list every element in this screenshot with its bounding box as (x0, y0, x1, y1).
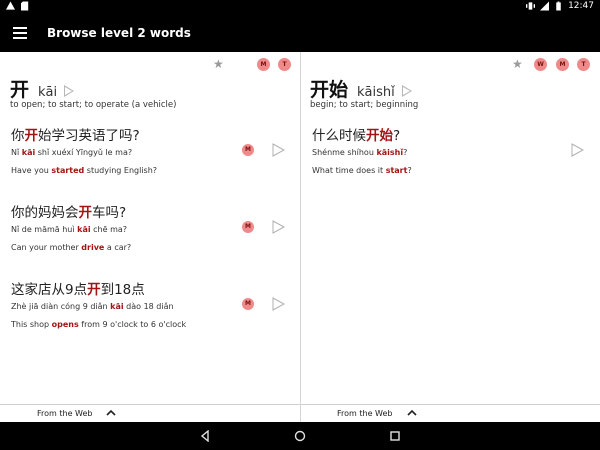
text: Zhè jiā diàn cóng 9 diǎn (11, 302, 111, 311)
example-badge-m: M (242, 221, 254, 233)
app-title: Browse level 2 words (47, 26, 191, 40)
text: Shénme shíhou (312, 148, 377, 157)
chevron-up-icon[interactable] (106, 408, 116, 418)
text: chē ma? (90, 225, 128, 234)
from-the-web-label: From the Web (37, 409, 93, 418)
highlight: kāi (77, 225, 91, 234)
menu-icon[interactable] (13, 27, 27, 39)
back-icon[interactable] (199, 430, 211, 442)
example-english: This shop opens from 9 o'clock to 6 o'cl… (11, 320, 186, 329)
headword-pinyin: kāi (38, 85, 58, 100)
text: ? (393, 128, 401, 144)
text: Can your mother (11, 243, 82, 252)
example-english: Can your mother drive a car? (11, 243, 131, 252)
example-english: Have you started studying English? (11, 166, 157, 175)
text: 始学习英语了吗? (38, 128, 140, 144)
play-icon[interactable] (272, 143, 285, 157)
highlight: 开 (87, 282, 101, 298)
battery-icon (556, 1, 561, 11)
text: 这家店从9点 (11, 282, 88, 298)
status-bar: 12:47 (0, 0, 600, 15)
play-icon[interactable] (571, 143, 584, 157)
text: Have you (11, 166, 52, 175)
example-english: What time does it start? (312, 166, 412, 175)
word-card-kaishi: ★ W M T 开始 kāishǐ begin; to start; begin… (301, 52, 600, 402)
play-icon[interactable] (64, 85, 75, 97)
play-icon[interactable] (272, 297, 285, 311)
from-the-web-label: From the Web (337, 409, 393, 418)
highlight: 开始 (366, 128, 393, 144)
headword-hanzi: 开 (10, 79, 30, 101)
from-the-web-bar[interactable]: From the Web (301, 404, 600, 422)
text: dào 18 diǎn (123, 302, 174, 311)
definition: begin; to start; beginning (310, 100, 419, 110)
headword: 开 kāi (10, 75, 75, 102)
text: 你的妈妈会 (11, 205, 79, 221)
highlight: 开 (78, 205, 93, 221)
definition: to open; to start; to operate (a vehicle… (10, 100, 177, 110)
badge-t: T (577, 58, 590, 71)
badge-t: T (278, 58, 291, 71)
notification-icon (6, 1, 15, 10)
example-hanzi: 这家店从9点开到18点 (11, 278, 145, 298)
example-pinyin: Nǐ de māmā huì kāi chē ma? (11, 225, 127, 234)
word-card-kai: ★ M T 开 kāi to open; to start; to operat… (0, 52, 300, 402)
example-hanzi: 什么时候开始? (312, 124, 400, 144)
headword: 开始 kāishǐ (310, 75, 412, 102)
text: Nǐ (11, 148, 22, 157)
text: 到18点 (100, 282, 145, 298)
text: studying English? (84, 166, 158, 175)
navigation-bar (0, 422, 600, 450)
example-badge-m: M (242, 144, 254, 156)
example-badge-m: M (242, 298, 254, 310)
app-bar: Browse level 2 words (0, 15, 600, 52)
status-time: 12:47 (568, 1, 594, 11)
text: This shop (11, 320, 52, 329)
example-pinyin: Zhè jiā diàn cóng 9 diǎn kāi dào 18 diǎn (11, 302, 174, 311)
chevron-up-icon[interactable] (407, 408, 417, 418)
text: What time does it (312, 166, 386, 175)
highlight: kāi (21, 148, 36, 157)
example-hanzi: 你开始学习英语了吗? (11, 124, 140, 144)
play-icon[interactable] (401, 85, 412, 97)
sd-card-icon (21, 1, 29, 11)
text: ? (407, 166, 412, 175)
highlight: kāi (110, 302, 124, 311)
headword-pinyin: kāishǐ (357, 85, 395, 100)
badge-w: W (534, 58, 547, 71)
vibrate-icon (526, 2, 536, 10)
text: shǐ xuéxí Yīngyǔ le ma? (35, 148, 133, 157)
text: 车吗? (92, 205, 127, 221)
text: ? (403, 148, 408, 157)
highlight: 开 (24, 128, 39, 144)
home-icon[interactable] (294, 430, 306, 442)
example-pinyin: Shénme shíhou kāishǐ? (312, 148, 407, 157)
recents-icon[interactable] (389, 430, 401, 442)
star-icon[interactable]: ★ (213, 57, 224, 71)
text: Nǐ de māmā huì (11, 225, 78, 234)
text: 什么时候 (312, 128, 366, 144)
highlight: started (51, 166, 85, 175)
highlight: drive (81, 243, 105, 252)
badge-m: M (257, 58, 270, 71)
highlight: opens (51, 320, 79, 329)
from-the-web-bar[interactable]: From the Web (0, 404, 300, 422)
text: from 9 o'clock to 6 o'clock (78, 320, 187, 329)
highlight: kāishǐ (376, 148, 404, 157)
star-icon[interactable]: ★ (512, 57, 523, 71)
signal-icon (540, 1, 550, 11)
example-hanzi: 你的妈妈会开车吗? (11, 201, 126, 221)
text: 你 (11, 128, 25, 144)
headword-hanzi: 开始 (310, 79, 349, 101)
play-icon[interactable] (272, 220, 285, 234)
text: a car? (104, 243, 132, 252)
highlight: start (385, 166, 408, 175)
badge-m: M (556, 58, 569, 71)
example-pinyin: Nǐ kāi shǐ xuéxí Yīngyǔ le ma? (11, 148, 132, 157)
